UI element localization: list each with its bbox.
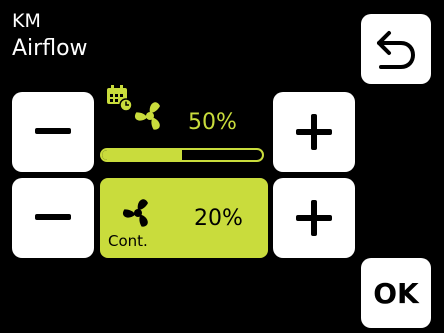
continuous-airflow-display[interactable]: Cont. 20% — [100, 178, 268, 258]
scheduled-progress-fill — [102, 150, 182, 160]
back-button[interactable] — [361, 14, 431, 84]
plus-icon — [296, 200, 332, 236]
minus-icon — [35, 214, 71, 220]
continuous-increase-button[interactable] — [273, 178, 355, 258]
header-title: KM — [12, 10, 41, 32]
plus-icon — [296, 114, 332, 150]
continuous-label: Cont. — [108, 232, 148, 250]
ok-button[interactable]: OK — [361, 258, 431, 328]
continuous-decrease-button[interactable] — [12, 178, 94, 258]
header-subtitle: Airflow — [12, 36, 88, 61]
scheduled-percent: 50% — [188, 110, 237, 135]
scheduled-decrease-button[interactable] — [12, 92, 94, 172]
scheduled-airflow-display: 50% — [98, 82, 270, 174]
scheduled-progress-bar — [100, 148, 264, 162]
back-arrow-icon — [377, 31, 415, 69]
continuous-percent: 20% — [194, 206, 243, 231]
fan-icon — [123, 199, 148, 227]
minus-icon — [35, 128, 71, 134]
scheduled-increase-button[interactable] — [273, 92, 355, 172]
calendar-fan-icon — [107, 85, 160, 130]
airflow-screen: KM Airflow 50% Cont. 20% OK — [0, 0, 444, 333]
